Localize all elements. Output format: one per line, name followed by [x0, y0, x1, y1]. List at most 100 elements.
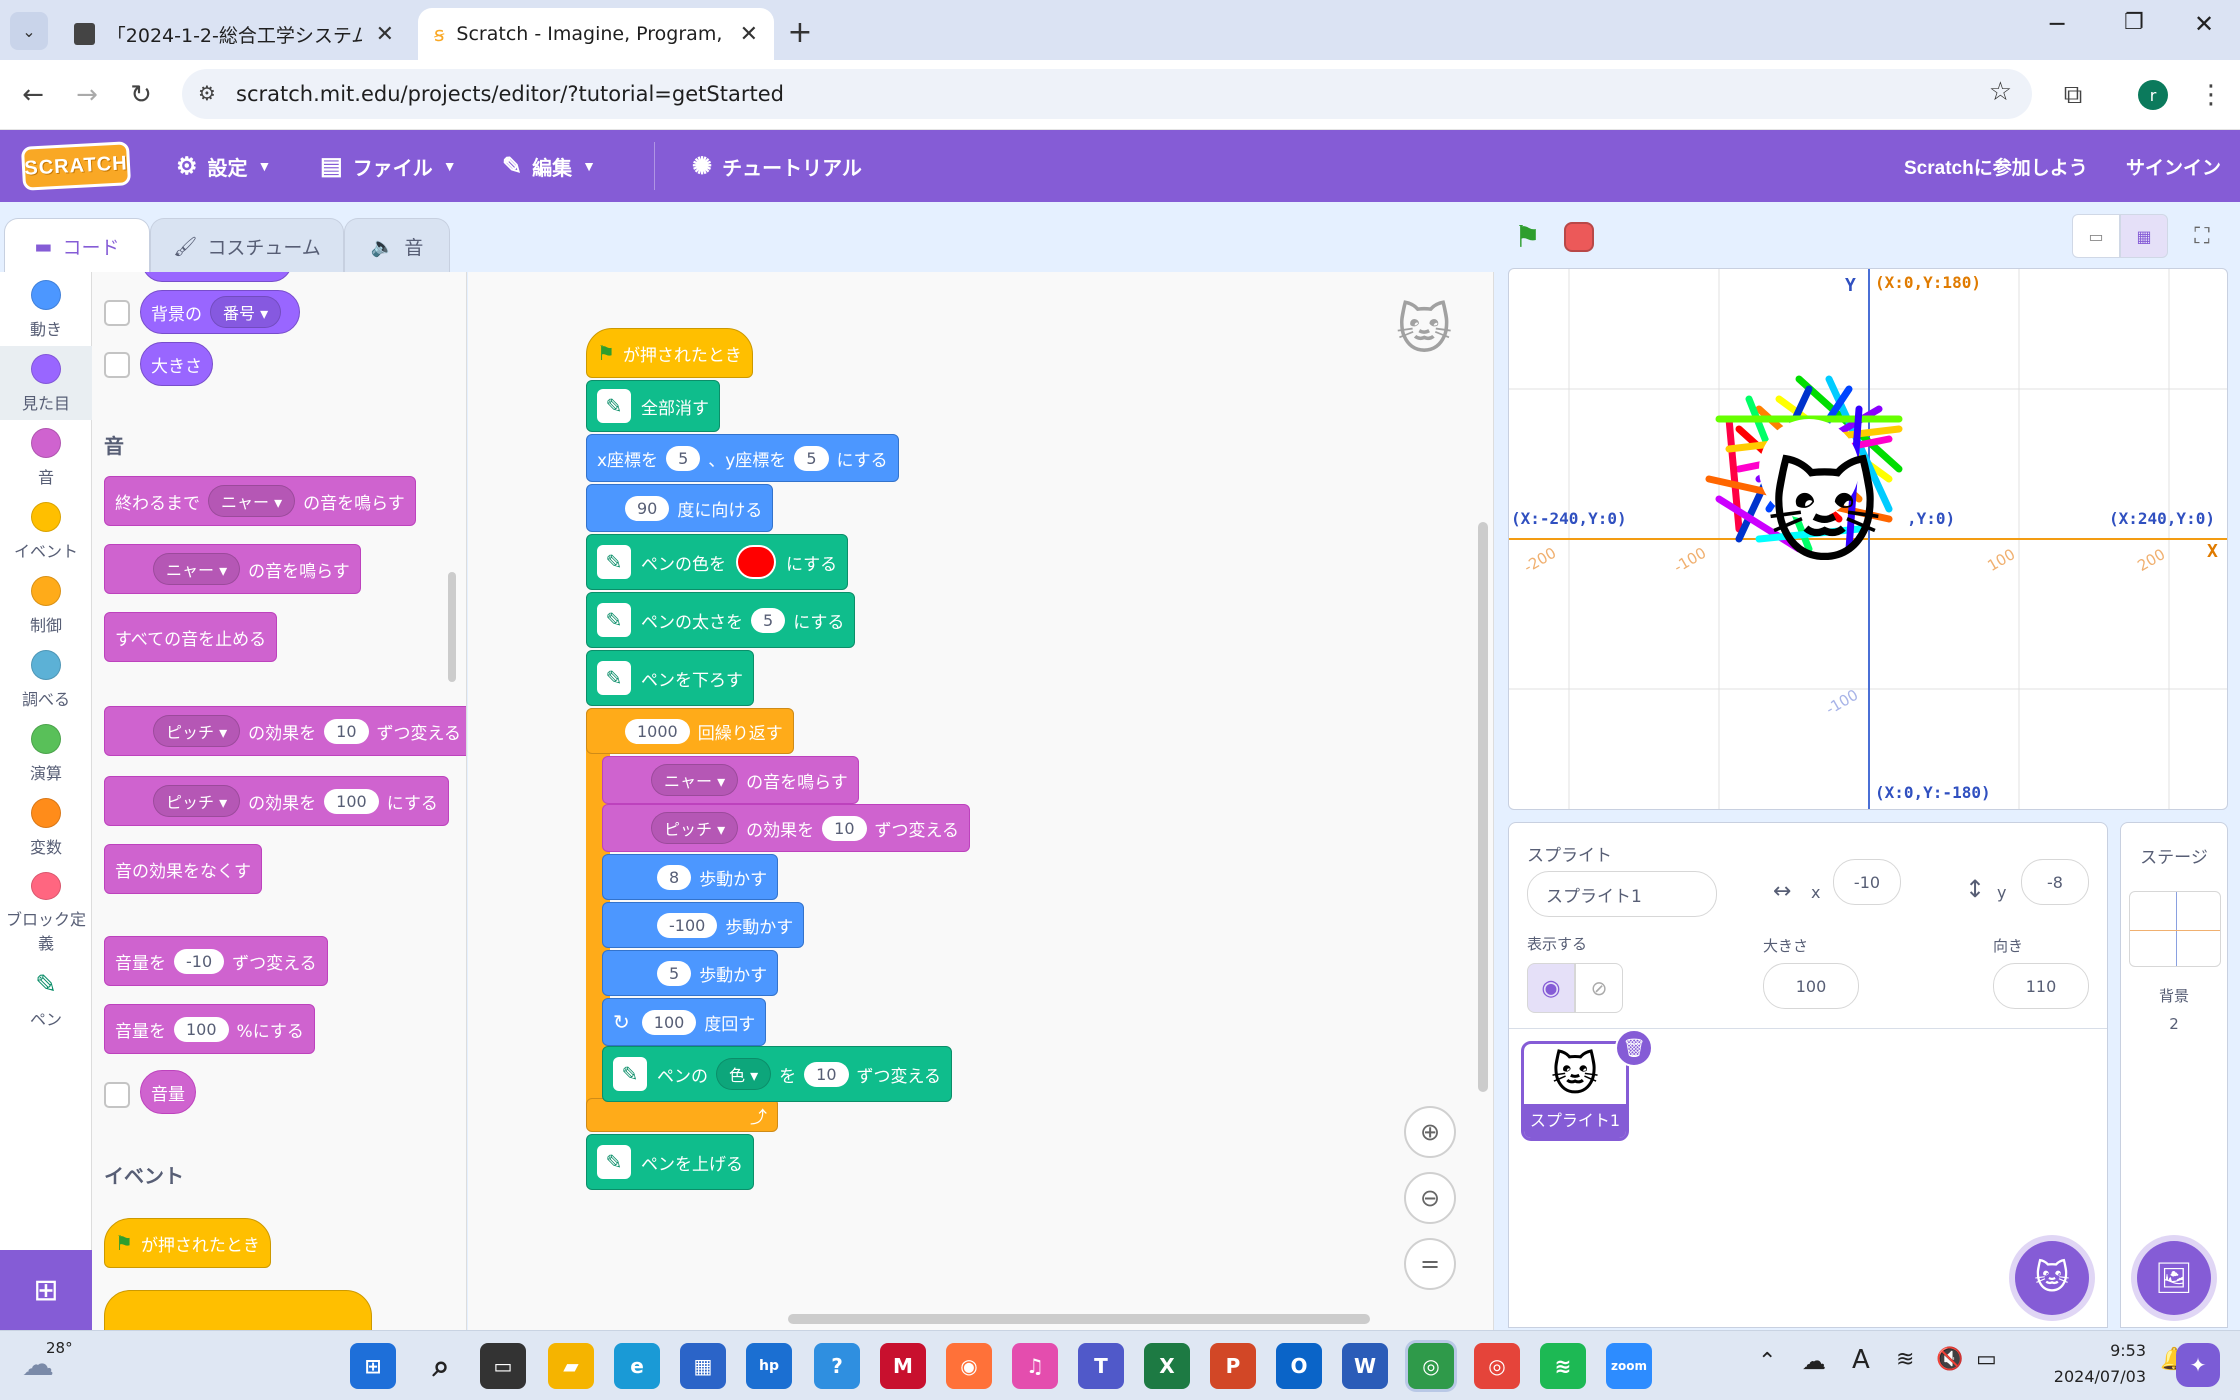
- size-field[interactable]: 100: [1763, 963, 1859, 1009]
- copilot-icon[interactable]: ✦: [2176, 1343, 2220, 1387]
- site-info-icon[interactable]: ⚙: [198, 81, 216, 105]
- sound-dropdown[interactable]: ニャー ▾: [208, 485, 296, 517]
- script-block-set-pen-size[interactable]: ✎ ペンの太さを 5 にする: [586, 592, 856, 648]
- category-variables[interactable]: 変数: [0, 790, 92, 864]
- script-block-repeat-bottom[interactable]: ⤴: [586, 1098, 778, 1132]
- join-scratch-link[interactable]: Scratchに参加しよう: [1904, 130, 2088, 202]
- pen-color-swatch[interactable]: [736, 545, 776, 579]
- green-flag-button[interactable]: ⚑: [1514, 220, 1548, 255]
- palette-block-stop-all-sounds[interactable]: すべての音を止める: [104, 612, 278, 662]
- x-input[interactable]: 5: [666, 445, 701, 471]
- large-stage-button[interactable]: ▦: [2120, 214, 2168, 258]
- delete-sprite-button[interactable]: 🗑: [1615, 1029, 1653, 1067]
- script-area-horizontal-scrollbar[interactable]: [788, 1314, 1370, 1324]
- zoom-reset-button[interactable]: =: [1404, 1238, 1456, 1290]
- outlook-icon[interactable]: O: [1276, 1343, 1322, 1389]
- script-block-point-direction[interactable]: 90 度に向ける: [586, 484, 774, 532]
- script-block-flag-clicked[interactable]: ⚑ が押されたとき: [586, 328, 753, 378]
- category-my-blocks[interactable]: ブロック定義: [0, 864, 92, 954]
- ime-icon[interactable]: A: [1852, 1345, 1870, 1375]
- sprite-thumbnail-selected[interactable]: 🐱 スプライト1: [1521, 1041, 1629, 1141]
- teams-icon[interactable]: T: [1078, 1343, 1124, 1389]
- new-tab-button[interactable]: +: [780, 12, 820, 52]
- minimize-button[interactable]: ─: [2050, 10, 2064, 38]
- category-looks[interactable]: 見た目: [0, 346, 92, 420]
- palette-block-size[interactable]: 大きさ: [140, 342, 213, 386]
- palette-block-change-effect[interactable]: ピッチ ▾ の効果を 10 ずつ変える: [104, 706, 466, 756]
- checkbox-volume[interactable]: [104, 1082, 130, 1108]
- script-block-change-pen-color[interactable]: ✎ ペンの色 ▾ を 10 ずつ変える: [602, 1046, 952, 1102]
- task-view-icon[interactable]: ▭: [480, 1343, 526, 1389]
- x-position-field[interactable]: -10: [1833, 859, 1901, 905]
- script-area-vertical-scrollbar[interactable]: [1478, 522, 1488, 1092]
- script-block-turn[interactable]: ↻ 100 度回す: [602, 998, 767, 1046]
- category-sound[interactable]: 音: [0, 420, 92, 494]
- tutorial-menu[interactable]: ✺ チュートリアル: [692, 130, 862, 202]
- settings-menu[interactable]: ⚙ 設定 ▼: [176, 130, 271, 202]
- file-explorer-icon[interactable]: ▰: [548, 1343, 594, 1389]
- zoom-out-button[interactable]: ⊖: [1404, 1172, 1456, 1224]
- small-stage-button[interactable]: ▭: [2072, 214, 2120, 258]
- close-icon[interactable]: ✕: [726, 22, 758, 47]
- category-motion[interactable]: 動き: [0, 272, 92, 346]
- clock-date[interactable]: 2024/07/03: [2016, 1367, 2146, 1386]
- forward-button[interactable]: →: [66, 74, 108, 116]
- show-visible-button[interactable]: ◉: [1527, 963, 1575, 1013]
- script-area[interactable]: 🐱 ⚑ が押されたとき ✎ 全部消す x座標を 5 、y座標を 5 にする 90 度に向ける …: [468, 272, 1494, 1330]
- stage-selector-pane[interactable]: ステージ 背景 2 🖼: [2120, 822, 2228, 1328]
- wifi-icon[interactable]: ≋: [1896, 1347, 1914, 1372]
- stop-button[interactable]: [1564, 222, 1594, 252]
- excel-icon[interactable]: X: [1144, 1343, 1190, 1389]
- palette-block-flag-clicked[interactable]: ⚑ が押されたとき: [104, 1218, 271, 1268]
- stage-canvas[interactable]: 🐱 (X:0,Y:180) Y (X:-240,Y:0) ,Y:0) (X:24…: [1508, 268, 2228, 810]
- pen-param-dropdown[interactable]: 色 ▾: [716, 1058, 772, 1090]
- repeat-count-input[interactable]: 1000: [625, 718, 690, 744]
- chrome-icon[interactable]: ◎: [1474, 1343, 1520, 1389]
- effect-value-input[interactable]: 100: [324, 788, 379, 814]
- clock-time[interactable]: 9:53: [2056, 1341, 2146, 1360]
- signin-link[interactable]: サインイン: [2126, 130, 2221, 202]
- y-position-field[interactable]: -8: [2021, 859, 2089, 905]
- palette-block-set-effect[interactable]: ピッチ ▾ の効果を 100 にする: [104, 776, 449, 826]
- palette-block-volume[interactable]: 音量: [140, 1070, 196, 1114]
- chrome-icon-active[interactable]: ◎: [1408, 1343, 1454, 1389]
- sound-dropdown[interactable]: ニャー ▾: [651, 764, 739, 796]
- scratch-logo[interactable]: SCRATCH: [20, 141, 132, 191]
- fullscreen-button[interactable]: ⛶: [2180, 216, 2224, 256]
- sprite-name-field[interactable]: スプライト1: [1527, 871, 1717, 917]
- direction-input[interactable]: 90: [625, 495, 670, 521]
- help-icon[interactable]: ?: [814, 1343, 860, 1389]
- palette-block-event-cutoff[interactable]: [104, 1290, 372, 1330]
- effect-dropdown[interactable]: ピッチ ▾: [153, 785, 241, 817]
- palette-block-clear-effects[interactable]: 音の効果をなくす: [104, 844, 262, 894]
- zoom-in-button[interactable]: ⊕: [1404, 1106, 1456, 1158]
- spotify-icon[interactable]: ≋: [1540, 1343, 1586, 1389]
- script-block-set-pen-color[interactable]: ✎ ペンの色を にする: [586, 534, 849, 590]
- effect-value-input[interactable]: 10: [324, 718, 369, 744]
- degrees-input[interactable]: 100: [641, 1009, 697, 1035]
- stage-thumbnail[interactable]: [2129, 891, 2221, 967]
- script-block-move-5[interactable]: 5 歩動かす: [602, 950, 779, 996]
- search-icon[interactable]: ⌕: [418, 1343, 464, 1389]
- palette-block-backdrop[interactable]: 背景の 番号 ▾: [140, 290, 301, 334]
- close-window-button[interactable]: ✕: [2194, 10, 2214, 38]
- script-block-move-8[interactable]: 8 歩動かす: [602, 854, 779, 900]
- volume-mute-icon[interactable]: 🔇: [1936, 1347, 1963, 1372]
- tab-search-button[interactable]: ⌄: [10, 12, 48, 50]
- back-button[interactable]: ←: [12, 74, 54, 116]
- tab-code[interactable]: ▬ コード: [4, 218, 150, 274]
- pen-change-input[interactable]: 10: [804, 1061, 849, 1087]
- script-block-erase-all[interactable]: ✎ 全部消す: [586, 380, 720, 432]
- add-sprite-button[interactable]: 🐱: [2015, 1241, 2089, 1315]
- category-pen[interactable]: ✎ ペン: [0, 962, 92, 1036]
- palette-block-play-until-done[interactable]: 終わるまで ニャー ▾ の音を鳴らす: [104, 476, 416, 526]
- category-operators[interactable]: 演算: [0, 716, 92, 790]
- palette-block-looks-cutoff[interactable]: [142, 272, 292, 282]
- mcafee-icon[interactable]: M: [880, 1343, 926, 1389]
- palette-block-start-sound[interactable]: ニャー ▾ の音を鳴らす: [104, 544, 361, 594]
- bookmark-star-icon[interactable]: ☆: [1989, 77, 2012, 107]
- scratch-cat-sprite[interactable]: 🐱: [1767, 459, 1882, 569]
- myhp-icon[interactable]: hp: [746, 1343, 792, 1389]
- sound-dropdown[interactable]: ニャー ▾: [153, 553, 241, 585]
- steps-input[interactable]: 5: [657, 960, 692, 986]
